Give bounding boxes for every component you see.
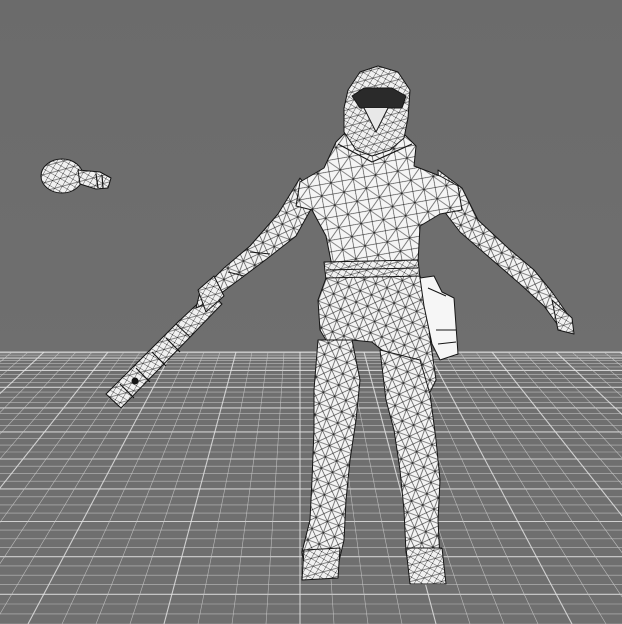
floor-grid xyxy=(0,351,622,624)
floor-plane xyxy=(0,352,622,624)
3d-viewport[interactable] xyxy=(0,0,622,624)
viewport-canvas[interactable] xyxy=(0,0,622,624)
